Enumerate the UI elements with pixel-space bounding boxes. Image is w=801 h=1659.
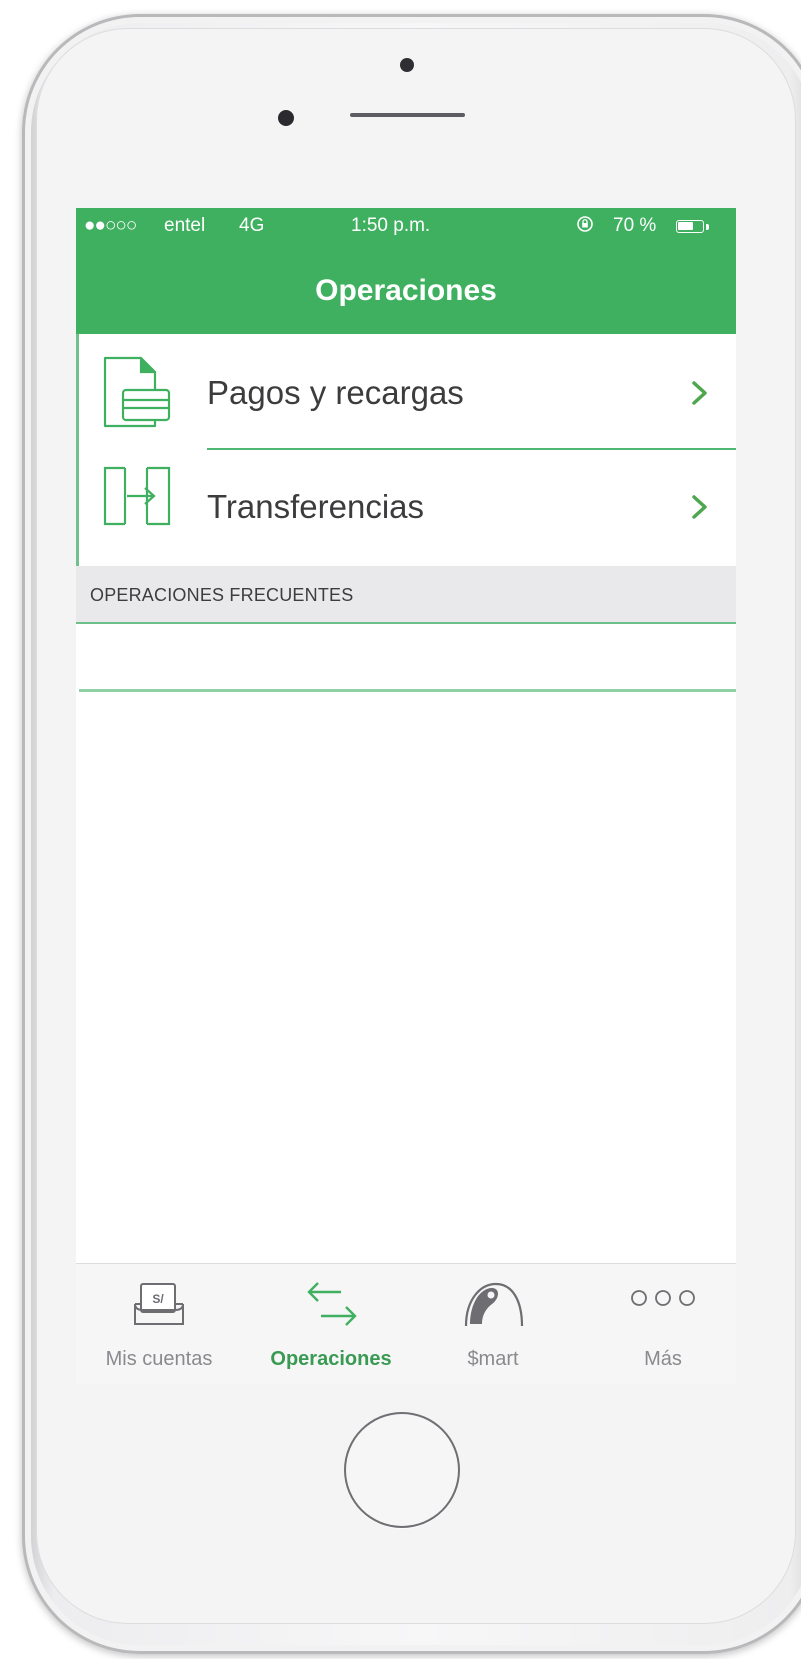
menu-item-label: Transferencias [207, 488, 425, 525]
tab-smart[interactable]: $mart [418, 1264, 568, 1384]
tab-operaciones[interactable]: Operaciones [256, 1264, 406, 1384]
menu-item-transferencias[interactable]: Transferencias [79, 450, 736, 564]
svg-text:S/: S/ [152, 1292, 164, 1306]
exchange-arrows-icon [301, 1278, 361, 1335]
menu-bottom-border [79, 689, 736, 692]
carrier-name: entel [164, 215, 206, 236]
wallet-icon: S/ [131, 1278, 187, 1333]
navigation-bar: Operaciones [76, 244, 736, 334]
section-header: OPERACIONES FRECUENTES [76, 566, 736, 624]
piggy-icon [460, 1278, 526, 1335]
tab-label: Operaciones [270, 1348, 392, 1370]
earpiece-speaker [350, 113, 465, 117]
battery-level [678, 222, 693, 230]
clock: 1:50 p.m. [351, 215, 431, 236]
battery-tip [706, 224, 709, 230]
proximity-sensor [278, 110, 294, 126]
section-title: OPERACIONES FRECUENTES [90, 585, 354, 605]
tab-mis-cuentas[interactable]: S/ Mis cuentas [84, 1264, 234, 1384]
network-type: 4G [239, 215, 265, 236]
status-bar: ●●○○○ entel 4G 1:50 p.m. 70 % [76, 208, 736, 244]
home-button[interactable] [344, 1412, 460, 1528]
front-camera [400, 58, 414, 72]
signal-strength: ●●○○○ [84, 215, 137, 236]
chevron-right-icon [691, 494, 709, 525]
app-screen: ●●○○○ entel 4G 1:50 p.m. 70 % Operacione… [76, 208, 736, 1384]
menu-item-label: Pagos y recargas [207, 374, 464, 411]
transfer-arrow-icon [101, 464, 177, 533]
tab-label: $mart [467, 1348, 519, 1370]
chevron-right-icon [691, 380, 709, 411]
tab-bar: S/ Mis cuentas Operaciones $mart Más [76, 1263, 736, 1384]
battery-icon [676, 220, 704, 233]
tab-label: Más [644, 1348, 682, 1370]
tab-label: Mis cuentas [105, 1348, 213, 1370]
battery-percentage: 70 % [613, 215, 657, 236]
operations-menu: Pagos y recargas Transferencias [76, 334, 736, 692]
payment-document-icon [101, 354, 173, 435]
more-dots-icon [627, 1286, 699, 1315]
menu-item-pagos-y-recargas[interactable]: Pagos y recargas [79, 334, 736, 450]
tab-mas[interactable]: Más [588, 1264, 736, 1384]
rotation-lock-icon [576, 215, 594, 239]
page-title: Operaciones [315, 274, 497, 307]
